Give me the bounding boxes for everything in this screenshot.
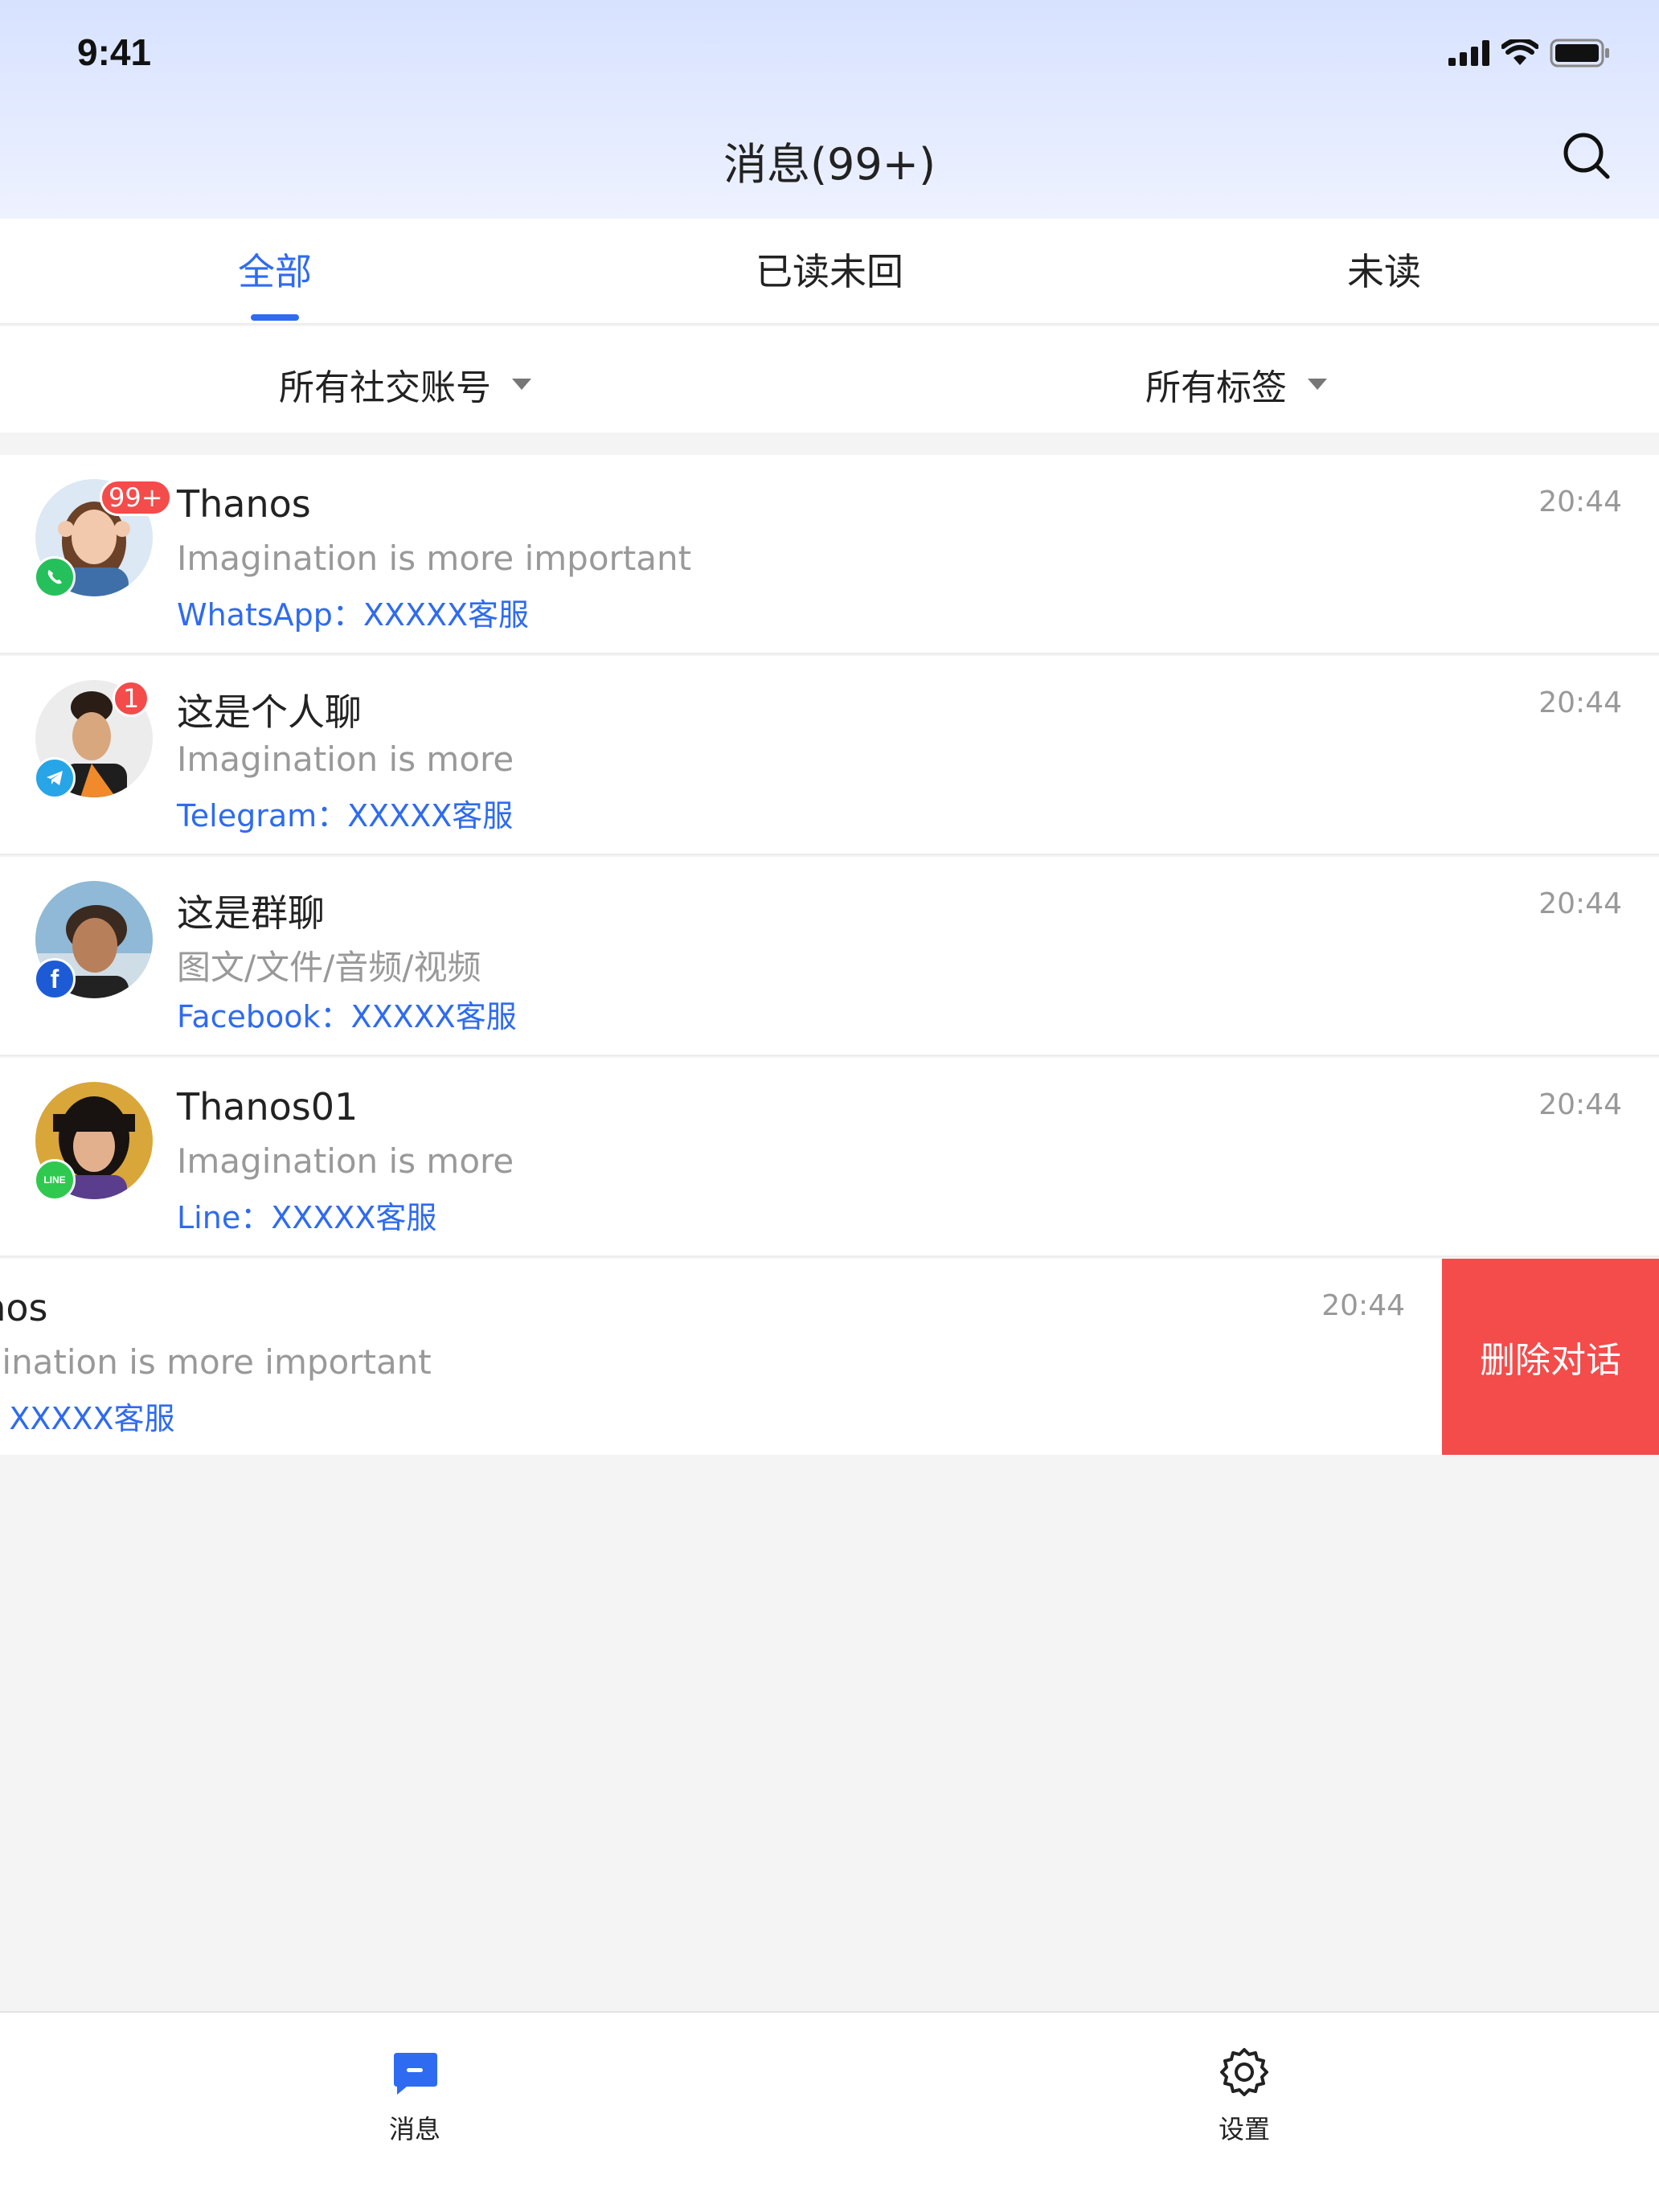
- nav-settings-label: 设置: [1218, 2114, 1270, 2144]
- conversation-preview: Imagination is more: [177, 1141, 514, 1181]
- bottom-nav: 消息 设置: [0, 2011, 1659, 2212]
- conversation-row[interactable]: f 这是群聊 图文/文件/音频/视频 Facebook：XXXXX客服 20:4…: [0, 857, 1659, 1056]
- conversation-source: WhatsApp：XXXXX客服: [177, 597, 530, 633]
- conversation-row[interactable]: 99+ Thanos Imagination is more important…: [0, 455, 1659, 654]
- conversation-source: Telegram：XXXXX客服: [177, 798, 514, 834]
- search-icon[interactable]: [1561, 130, 1612, 182]
- conversation-time: 20:44: [1321, 1289, 1405, 1322]
- nav-settings[interactable]: 设置: [1164, 2046, 1325, 2146]
- accounts-filter-label: 所有社交账号: [279, 367, 491, 408]
- whatsapp-icon: [34, 556, 76, 598]
- conversation-preview: agination is more important: [0, 1342, 432, 1382]
- conversation-row[interactable]: LINE Thanos01 Imagination is more Line：X…: [0, 1058, 1659, 1257]
- swiped-conversation-row[interactable]: anos agination is more important e：XXXXX…: [0, 1259, 1659, 1455]
- filter-bar: 所有社交账号 所有标签: [0, 326, 1659, 432]
- battery-icon: [1550, 39, 1609, 68]
- active-tab-indicator: [251, 314, 299, 321]
- conversation-name: 这是个人聊: [177, 690, 362, 734]
- conversation-source: Line：XXXXX客服: [177, 1200, 437, 1235]
- caret-down-icon: [512, 379, 531, 390]
- conversation-source: Facebook：XXXXX客服: [177, 999, 517, 1034]
- swiped-conversation-content: anos agination is more important e：XXXXX…: [0, 1259, 1442, 1455]
- caret-down-icon: [1308, 379, 1327, 390]
- conversation-time: 20:44: [1538, 887, 1622, 920]
- conversation-name: 这是群聊: [177, 891, 325, 935]
- header: 9:41 消息(99+): [0, 0, 1659, 219]
- signal-icon: [1448, 40, 1489, 66]
- telegram-icon: [34, 757, 76, 799]
- conversation-preview: 图文/文件/音频/视频: [177, 948, 481, 987]
- tab-bar: 全部 已读未回 未读: [0, 219, 1659, 325]
- conversation-name: Thanos: [177, 482, 311, 526]
- line-icon: LINE: [34, 1159, 76, 1201]
- conversation-time: 20:44: [1538, 686, 1622, 719]
- gear-icon: [1220, 2048, 1268, 2096]
- accounts-filter-dropdown[interactable]: 所有社交账号: [279, 358, 531, 410]
- conversation-source: e：XXXXX客服: [0, 1401, 175, 1436]
- conversation-time: 20:44: [1538, 1088, 1622, 1121]
- conversation-preview: Imagination is more: [177, 739, 514, 779]
- nav-messages-label: 消息: [388, 2114, 440, 2144]
- nav-messages[interactable]: 消息: [334, 2046, 495, 2146]
- wifi-icon: [1501, 39, 1538, 65]
- tab-read-unreplied[interactable]: 已读未回: [756, 243, 903, 296]
- unread-badge: 1: [113, 680, 150, 717]
- tags-filter-dropdown[interactable]: 所有标签: [1145, 358, 1327, 410]
- delete-conversation-button[interactable]: 删除对话: [1442, 1259, 1659, 1455]
- conversation-name: Thanos01: [177, 1085, 358, 1129]
- message-icon: [394, 2053, 437, 2095]
- tags-filter-label: 所有标签: [1145, 367, 1287, 408]
- unread-badge: 99+: [100, 479, 172, 516]
- status-icons: [1448, 39, 1611, 68]
- conversation-name: anos: [0, 1286, 48, 1329]
- tab-all[interactable]: 全部: [238, 243, 312, 296]
- conversation-preview: Imagination is more important: [177, 539, 692, 578]
- page-title: 消息(99+): [723, 139, 936, 190]
- tab-unread[interactable]: 未读: [1347, 243, 1421, 296]
- conversation-time: 20:44: [1538, 485, 1622, 518]
- status-time: 9:41: [77, 31, 152, 73]
- facebook-icon: f: [34, 958, 76, 1000]
- conversation-row[interactable]: 1 这是个人聊 Imagination is more Telegram：XXX…: [0, 656, 1659, 855]
